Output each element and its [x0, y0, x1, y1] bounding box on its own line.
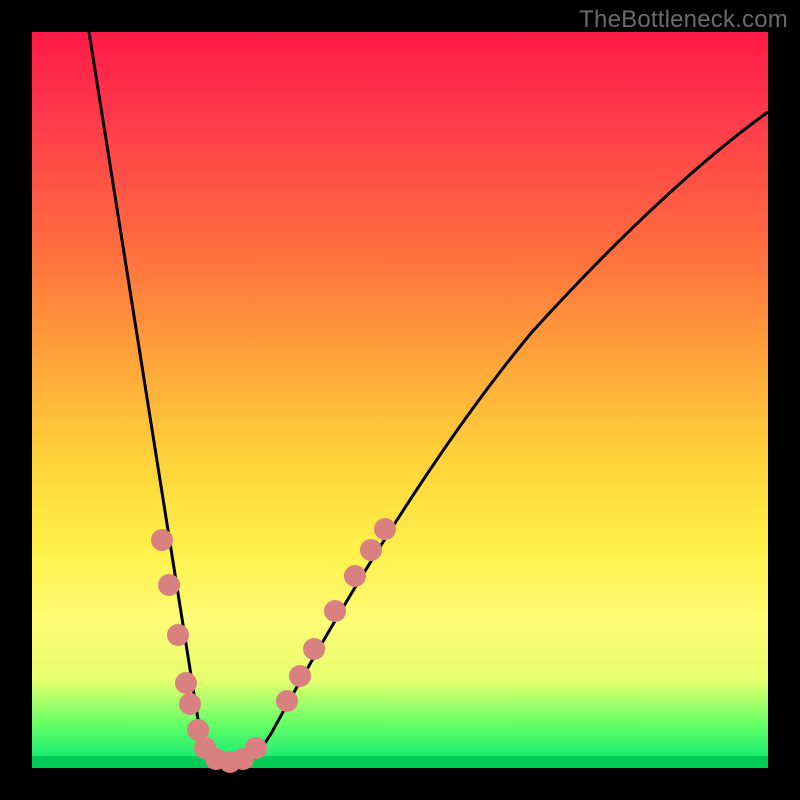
- chart-frame: TheBottleneck.com: [0, 0, 800, 800]
- data-dot: [179, 693, 201, 715]
- data-dot: [245, 737, 267, 759]
- data-dot: [158, 574, 180, 596]
- dots-right-group: [276, 518, 396, 712]
- data-dot: [289, 665, 311, 687]
- data-dot: [303, 638, 325, 660]
- dots-left-group: [151, 529, 267, 773]
- bottleneck-curve: [89, 32, 768, 762]
- data-dot: [344, 565, 366, 587]
- curve-layer: [32, 32, 768, 768]
- watermark-text: TheBottleneck.com: [579, 6, 788, 34]
- data-dot: [374, 518, 396, 540]
- data-dot: [167, 624, 189, 646]
- data-dot: [360, 539, 382, 561]
- data-dot: [151, 529, 173, 551]
- data-dot: [324, 600, 346, 622]
- data-dot: [175, 672, 197, 694]
- data-dot: [276, 690, 298, 712]
